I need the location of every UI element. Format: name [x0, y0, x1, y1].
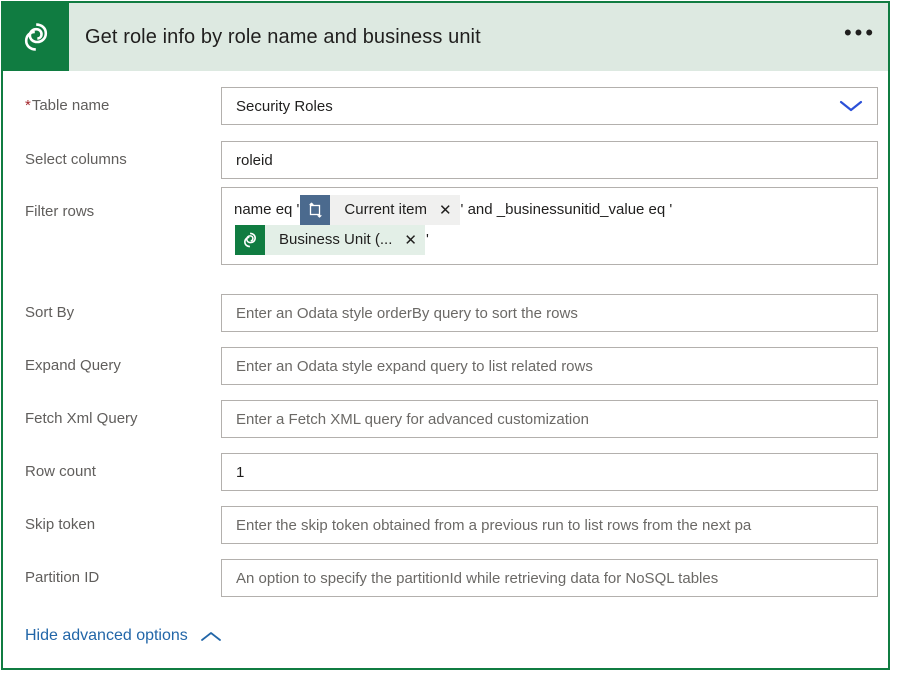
card-title: Get role info by role name and business …: [85, 25, 481, 48]
fetch-xml-query-input[interactable]: Enter a Fetch XML query for advanced cus…: [221, 400, 878, 438]
label-skip-token: Skip token: [25, 516, 215, 534]
row-count-input[interactable]: 1: [221, 453, 878, 491]
hide-advanced-options-label: Hide advanced options: [25, 627, 188, 644]
chevron-up-icon: [200, 630, 222, 643]
label-text: Filter rows: [25, 203, 95, 220]
label-partition-id: Partition ID: [25, 569, 215, 587]
partition-id-input[interactable]: An option to specify the partitionId whi…: [221, 559, 878, 597]
label-text: Row count: [25, 463, 96, 480]
label-text: Table name: [31, 97, 110, 114]
chip-body: Current item ✕: [330, 195, 460, 226]
skip-token-input[interactable]: Enter the skip token obtained from a pre…: [221, 506, 878, 544]
chip-body: Business Unit (... ✕: [265, 225, 425, 256]
sort-by-placeholder: Enter an Odata style orderBy query to so…: [236, 304, 578, 322]
filter-quote-4: ': [425, 231, 429, 249]
select-columns-input[interactable]: roleid: [221, 141, 878, 179]
label-expand-query: Expand Query: [25, 357, 215, 375]
current-item-icon: [300, 195, 331, 226]
filter-quote-3: ': [669, 201, 673, 219]
expand-query-input[interactable]: Enter an Odata style expand query to lis…: [221, 347, 878, 385]
select-columns-value: roleid: [236, 151, 273, 169]
filter-rows-input[interactable]: name eq ' Current item ✕ ' and _businessuni…: [221, 187, 878, 265]
label-select-columns: Select columns: [25, 151, 215, 169]
action-card: Get role info by role name and business …: [1, 1, 890, 670]
sort-by-input[interactable]: Enter an Odata style orderBy query to so…: [221, 294, 878, 332]
table-name-dropdown[interactable]: Security Roles: [221, 87, 878, 125]
expand-query-placeholder: Enter an Odata style expand query to lis…: [236, 357, 593, 375]
chip-label: Current item: [344, 201, 427, 219]
card-overflow-menu-button[interactable]: •••: [832, 3, 888, 71]
label-text: Skip token: [25, 516, 96, 533]
fetch-xml-query-placeholder: Enter a Fetch XML query for advanced cus…: [236, 410, 589, 428]
label-fetch-xml-query: Fetch Xml Query: [25, 410, 215, 428]
required-marker: *: [25, 97, 31, 114]
filter-text-1: name eq: [234, 201, 297, 219]
filter-quote-1: ': [296, 201, 300, 219]
token-chip-current-item[interactable]: Current item ✕: [300, 195, 460, 226]
card-header: Get role info by role name and business …: [3, 3, 888, 71]
row-count-value: 1: [236, 463, 245, 481]
dataverse-icon: [3, 3, 69, 71]
label-table-name: *Table name: [25, 97, 215, 115]
card-body: *Table name Security Roles Select column…: [3, 71, 888, 668]
label-text: Partition ID: [25, 569, 100, 586]
label-sort-by: Sort By: [25, 304, 215, 322]
label-text: Fetch Xml Query: [25, 410, 138, 427]
chip-remove-icon[interactable]: ✕: [439, 203, 452, 218]
partition-id-placeholder: An option to specify the partitionId whi…: [236, 569, 719, 587]
label-filter-rows: Filter rows: [25, 203, 215, 221]
label-text: Sort By: [25, 304, 75, 321]
chip-label: Business Unit (...: [279, 231, 393, 249]
label-text: Select columns: [25, 151, 127, 168]
chip-remove-icon[interactable]: ✕: [404, 233, 417, 248]
dataverse-icon: [235, 225, 265, 256]
label-row-count: Row count: [25, 463, 215, 481]
hide-advanced-options-link[interactable]: Hide advanced options: [25, 627, 222, 645]
filter-text-2: and _businessunitid_value eq: [463, 201, 670, 219]
ellipsis-icon: •••: [843, 20, 877, 45]
table-name-value: Security Roles: [236, 97, 333, 115]
chevron-down-icon[interactable]: [825, 88, 877, 124]
token-chip-business-unit[interactable]: Business Unit (... ✕: [235, 225, 425, 256]
label-text: Expand Query: [25, 357, 121, 374]
skip-token-placeholder: Enter the skip token obtained from a pre…: [236, 516, 752, 534]
